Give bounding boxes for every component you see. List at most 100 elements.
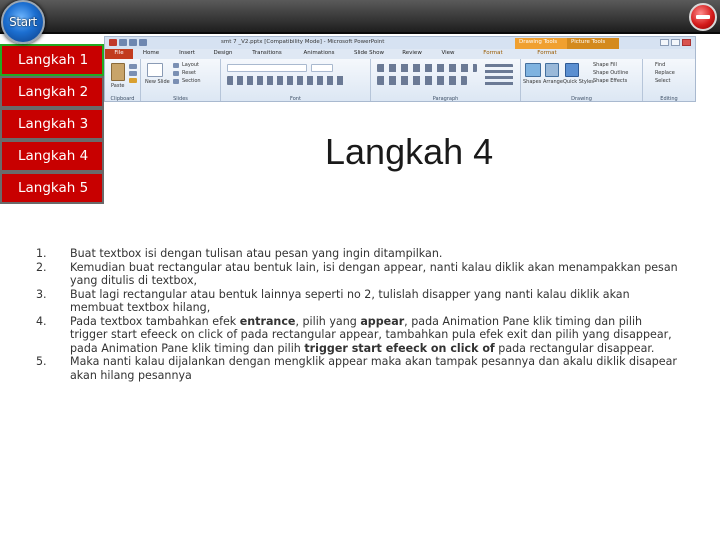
- ribbon-tab-animations: Animations: [303, 50, 335, 56]
- ribbon-tab-file: File: [105, 49, 133, 59]
- ribbon-body: Paste Clipboard New Slide Layout Reset S…: [105, 59, 695, 102]
- nav-item-langkah-5[interactable]: Langkah 5: [0, 172, 104, 204]
- ribbon-group-font: Font: [221, 59, 371, 102]
- nav-item-label: Langkah 5: [18, 180, 89, 196]
- window-controls: [660, 39, 691, 46]
- new-slide-icon: [147, 63, 163, 77]
- step-number: 4.: [36, 314, 47, 328]
- step-text-run: Buat lagi rectangular atau bentuk lainny…: [70, 287, 630, 315]
- step-text-emphasis: trigger start efeeck on click of: [304, 341, 495, 355]
- close-icon: [682, 39, 691, 46]
- reset-label: Reset: [182, 70, 196, 76]
- shape-effects-label: Shape Effects: [593, 78, 628, 84]
- cut-icon: [129, 64, 137, 69]
- nav-item-langkah-2[interactable]: Langkah 2: [0, 76, 104, 108]
- shapes-icon: [525, 63, 541, 77]
- group-label-font: Font: [290, 96, 301, 102]
- section-label: Section: [182, 78, 201, 84]
- ribbon-title-bar: smt 7 _V2.pptx [Compatibility Mode] - Mi…: [105, 37, 695, 49]
- ribbon-group-drawing: Shapes Arrange Quick Styles Shape Fill S…: [521, 59, 643, 102]
- app-icon: [109, 39, 117, 46]
- group-label-drawing: Drawing: [571, 96, 592, 102]
- ribbon-tab-review: Review: [402, 50, 422, 56]
- shapes-label: Shapes: [523, 79, 542, 85]
- exit-button[interactable]: [689, 3, 717, 31]
- list-item: 1. Buat textbox isi dengan tulisan atau p…: [36, 247, 681, 261]
- step-text: Pada textbox tambahkan efek entrance, pi…: [70, 315, 681, 356]
- start-label: Start: [9, 15, 37, 29]
- nav-item-langkah-4[interactable]: Langkah 4: [0, 140, 104, 172]
- copy-icon: [129, 71, 137, 76]
- step-text: Buat textbox isi dengan tulisan atau pes…: [70, 247, 681, 261]
- ribbon-tab-format-drawing: Format: [483, 50, 503, 56]
- paste-icon: [111, 63, 125, 81]
- ribbon-tab-transitions: Transitions: [252, 50, 282, 56]
- nav-item-label: Langkah 3: [18, 116, 89, 132]
- step-text-run: , pilih yang: [295, 314, 361, 328]
- step-number: 3.: [36, 287, 47, 301]
- minimize-icon: [660, 39, 669, 46]
- list-item: 2. Kemudian buat rectangular atau bentuk …: [36, 261, 681, 288]
- arrange-label: Arrange: [543, 79, 563, 85]
- context-tab-picture-tools: Picture Tools: [567, 38, 619, 49]
- powerpoint-ribbon-screenshot: smt 7 _V2.pptx [Compatibility Mode] - Mi…: [104, 36, 696, 102]
- replace-label: Replace: [655, 70, 675, 76]
- shape-fill-label: Shape Fill: [593, 62, 617, 68]
- nav-item-langkah-1[interactable]: Langkah 1: [0, 44, 104, 76]
- step-text-emphasis: entrance: [239, 314, 296, 328]
- group-label-slides: Slides: [173, 96, 188, 102]
- step-text-run: Kemudian buat rectangular atau bentuk la…: [70, 260, 678, 288]
- step-number: 5.: [36, 355, 47, 368]
- ribbon-tab-insert: Insert: [179, 50, 195, 56]
- ribbon-group-clipboard: Paste Clipboard: [105, 59, 141, 102]
- group-label-clipboard: Clipboard: [110, 96, 135, 102]
- ribbon-tab-home: Home: [142, 50, 160, 56]
- new-slide-label: New Slide: [145, 79, 170, 85]
- step-text-run: Buat textbox isi dengan tulisan atau pes…: [70, 247, 443, 260]
- exit-icon: [696, 15, 710, 19]
- ribbon-tab-view: View: [441, 50, 455, 56]
- step-text: Maka nanti kalau dijalankan dengan mengk…: [70, 355, 681, 382]
- list-format-icons: [377, 64, 477, 72]
- ribbon-group-editing: Find Replace Select Editing: [643, 59, 695, 101]
- step-text-run: pada rectangular disappear.: [494, 341, 655, 355]
- step-number: 2.: [36, 260, 47, 274]
- ribbon-tabs: File Home Insert Design Transitions Anim…: [105, 49, 695, 59]
- arrange-icon: [545, 63, 559, 77]
- nav-item-label: Langkah 4: [18, 148, 89, 164]
- reset-icon: [173, 71, 179, 76]
- shape-outline-label: Shape Outline: [593, 70, 629, 76]
- step-number: 1.: [36, 247, 47, 260]
- redo-icon: [139, 39, 147, 46]
- paste-label: Paste: [111, 83, 125, 89]
- list-item: 5. Maka nanti kalau dijalankan dengan men…: [36, 355, 681, 382]
- save-icon: [119, 39, 127, 46]
- page-title: Langkah 4: [325, 131, 494, 172]
- undo-icon: [129, 39, 137, 46]
- quick-styles-icon: [565, 63, 579, 77]
- group-label-paragraph: Paragraph: [432, 96, 459, 102]
- find-label: Find: [655, 62, 666, 68]
- font-format-icons: [227, 76, 347, 85]
- ribbon-tab-format-picture: Format: [537, 50, 557, 56]
- nav-item-langkah-3[interactable]: Langkah 3: [0, 108, 104, 140]
- ribbon-group-slides: New Slide Layout Reset Section Slides: [141, 59, 221, 102]
- list-item: 3. Buat lagi rectangular atau bentuk lain…: [36, 288, 681, 315]
- context-tab-drawing-tools: Drawing Tools: [515, 38, 567, 49]
- step-text-run: Pada textbox tambahkan efek: [70, 314, 240, 328]
- start-button[interactable]: Start: [1, 0, 45, 44]
- ribbon-group-paragraph: Paragraph: [371, 59, 521, 102]
- steps-list: 1. Buat textbox isi dengan tulisan atau p…: [36, 247, 681, 382]
- section-icon: [173, 79, 179, 84]
- nav-item-label: Langkah 1: [18, 52, 89, 68]
- ribbon-tab-design: Design: [213, 50, 233, 56]
- maximize-icon: [671, 39, 680, 46]
- align-format-icons: [377, 76, 467, 85]
- step-text: Kemudian buat rectangular atau bentuk la…: [70, 261, 681, 288]
- font-size-box: [311, 64, 333, 72]
- nav-item-label: Langkah 2: [18, 84, 89, 100]
- text-direction-icons: [485, 64, 513, 86]
- ribbon-tab-slide-show: Slide Show: [353, 50, 384, 56]
- quick-access-toolbar: [109, 39, 147, 46]
- top-bar: [0, 0, 720, 34]
